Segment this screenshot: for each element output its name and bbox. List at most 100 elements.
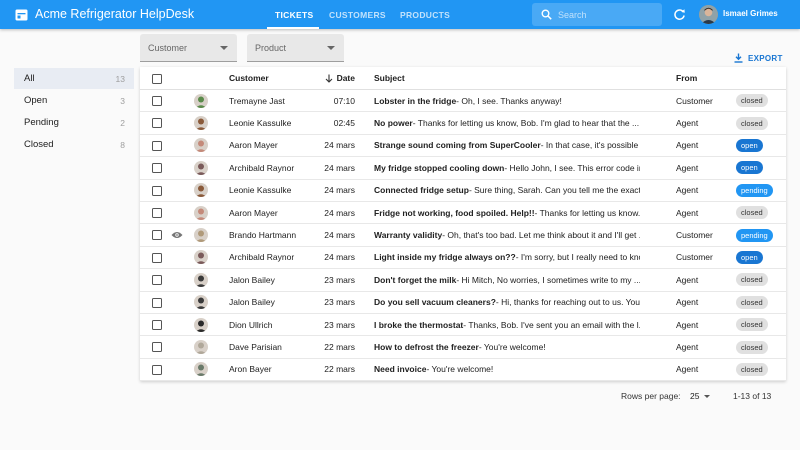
ticket-from: Agent: [676, 364, 699, 375]
status-cell: closed: [736, 269, 782, 290]
dropdown-arrow-icon: [327, 46, 335, 50]
status-cell: closed: [736, 112, 782, 133]
status-cell: open: [736, 135, 782, 156]
ticket-subject: My fridge stopped cooling down - Hello J…: [374, 157, 640, 178]
customer-avatar: [194, 269, 208, 290]
status-badge: open: [736, 138, 763, 152]
row-checkbox[interactable]: [152, 185, 162, 196]
row-checkbox[interactable]: [152, 230, 162, 241]
ticket-from: Agent: [676, 140, 699, 151]
subject-preview: - Sure thing, Sarah. Can you tell me the…: [468, 185, 640, 196]
ticket-subject: Connected fridge setup - Sure thing, Sar…: [374, 180, 640, 201]
table-row[interactable]: Tremayne Jast 07:10 Lobster in the fridg…: [140, 90, 786, 113]
table-row[interactable]: Aaron Mayer 24 mars Fridge not working, …: [140, 202, 786, 225]
status-cell: pending: [736, 180, 782, 201]
dropdown-arrow-icon: [704, 395, 711, 398]
search-box[interactable]: [532, 3, 662, 26]
row-checkbox[interactable]: [152, 342, 162, 353]
export-button[interactable]: EXPORT: [734, 52, 783, 64]
ticket-date: 23 mars: [324, 274, 355, 285]
app-title[interactable]: Acme Refrigerator HelpDesk: [35, 7, 194, 21]
search-input[interactable]: [558, 7, 658, 22]
subject-title: How to defrost the freezer: [374, 342, 479, 353]
sidebar-item-all[interactable]: All 13: [14, 68, 134, 89]
status-cell: closed: [736, 359, 782, 380]
rows-per-page-label: Rows per page:: [621, 391, 681, 401]
ticket-date: 24 mars: [324, 207, 355, 218]
tab-products[interactable]: PRODUCTS: [400, 0, 450, 29]
row-checkbox[interactable]: [152, 320, 162, 330]
subject-title: Fridge not working, food spoiled. Help!!: [374, 207, 535, 218]
table-row[interactable]: Jalon Bailey 23 mars Don't forget the mi…: [140, 269, 786, 292]
ticket-from: Agent: [676, 118, 699, 129]
sidebar-item-open[interactable]: Open 3: [14, 90, 134, 111]
customer-avatar: [194, 224, 208, 245]
row-checkbox[interactable]: [152, 252, 162, 263]
subject-preview: - You're welcome!: [426, 364, 494, 375]
row-checkbox[interactable]: [152, 163, 162, 174]
subject-title: Need invoice: [374, 364, 427, 375]
select-all-checkbox[interactable]: [152, 73, 162, 84]
subject-preview: - Hello John, I see. This error code in.…: [504, 162, 640, 173]
user-name[interactable]: Ismael Grimes: [723, 9, 778, 18]
user-avatar[interactable]: [699, 5, 718, 24]
sidebar-item-count: 8: [120, 139, 125, 150]
status-cell: closed: [736, 292, 782, 313]
product-filter-select[interactable]: Product: [247, 34, 344, 62]
table-row[interactable]: Brando Hartmann 24 mars Warranty validit…: [140, 224, 786, 247]
customer-avatar: [194, 292, 208, 313]
search-icon: [541, 9, 552, 20]
tab-customers[interactable]: CUSTOMERS: [329, 0, 386, 29]
table-row[interactable]: Aaron Mayer 24 mars Strange sound coming…: [140, 135, 786, 158]
subject-preview: - I'm sorry, but I really need to know .…: [515, 252, 640, 263]
table-row[interactable]: Leonie Kassulke 24 mars Connected fridge…: [140, 180, 786, 202]
ticket-subject: Don't forget the milk - Hi Mitch, No wor…: [374, 269, 640, 290]
column-header-date[interactable]: Date: [308, 67, 355, 89]
ticket-subject: Strange sound coming from SuperCooler - …: [374, 135, 640, 156]
calendar-icon[interactable]: [15, 8, 28, 21]
eye-icon[interactable]: [171, 224, 185, 245]
sidebar-item-closed[interactable]: Closed 8: [14, 134, 134, 155]
table-row[interactable]: Leonie Kassulke 02:45 No power - Thanks …: [140, 112, 786, 135]
status-badge: closed: [736, 206, 768, 220]
row-checkbox[interactable]: [152, 364, 162, 375]
subject-title: Connected fridge setup: [374, 185, 469, 196]
ticket-date: 22 mars: [324, 364, 355, 375]
table-row[interactable]: Archibald Raynor 24 mars My fridge stopp…: [140, 157, 786, 180]
sidebar-item-pending[interactable]: Pending 2: [14, 112, 134, 133]
table-row[interactable]: Dave Parisian 22 mars How to defrost the…: [140, 336, 786, 359]
product-filter-label: Product: [255, 43, 287, 53]
status-badge: closed: [736, 318, 768, 332]
dropdown-arrow-icon: [220, 46, 228, 50]
table-header: Customer Date Subject From: [140, 67, 786, 90]
row-checkbox[interactable]: [152, 140, 162, 151]
column-header-subject[interactable]: Subject: [374, 67, 640, 89]
column-header-from[interactable]: From: [676, 67, 736, 89]
table-row[interactable]: Archibald Raynor 24 mars Light inside my…: [140, 247, 786, 270]
ticket-date: 24 mars: [324, 162, 355, 173]
table-row[interactable]: Dion Ullrich 23 mars I broke the thermos…: [140, 314, 786, 337]
subject-preview: - Oh, that's too bad. Let me think about…: [442, 230, 640, 241]
ticket-subject: Warranty validity - Oh, that's too bad. …: [374, 224, 640, 245]
ticket-subject: How to defrost the freezer - You're welc…: [374, 336, 640, 357]
ticket-subject: Fridge not working, food spoiled. Help!!…: [374, 202, 640, 223]
ticket-date: 22 mars: [324, 342, 355, 353]
rows-per-page-select[interactable]: 25: [690, 391, 711, 401]
sidebar-item-label: All: [24, 73, 35, 84]
row-checkbox[interactable]: [152, 118, 162, 129]
table-row[interactable]: Jalon Bailey 23 mars Do you sell vacuum …: [140, 292, 786, 314]
customer-filter-select[interactable]: Customer: [140, 34, 237, 62]
row-checkbox[interactable]: [152, 96, 162, 106]
row-checkbox[interactable]: [152, 297, 162, 308]
row-checkbox[interactable]: [152, 208, 162, 218]
ticket-date: 23 mars: [324, 319, 355, 330]
customer-filter-label: Customer: [148, 43, 188, 53]
status-badge: pending: [736, 183, 773, 197]
subject-preview: - In that case, it's possible t...: [540, 140, 640, 151]
status-badge: closed: [736, 116, 768, 130]
tab-tickets[interactable]: TICKETS: [275, 0, 313, 29]
table-row[interactable]: Aron Bayer 22 mars Need invoice - You're…: [140, 359, 786, 382]
status-badge: closed: [736, 295, 768, 309]
refresh-icon[interactable]: [673, 8, 686, 21]
row-checkbox[interactable]: [152, 275, 162, 286]
